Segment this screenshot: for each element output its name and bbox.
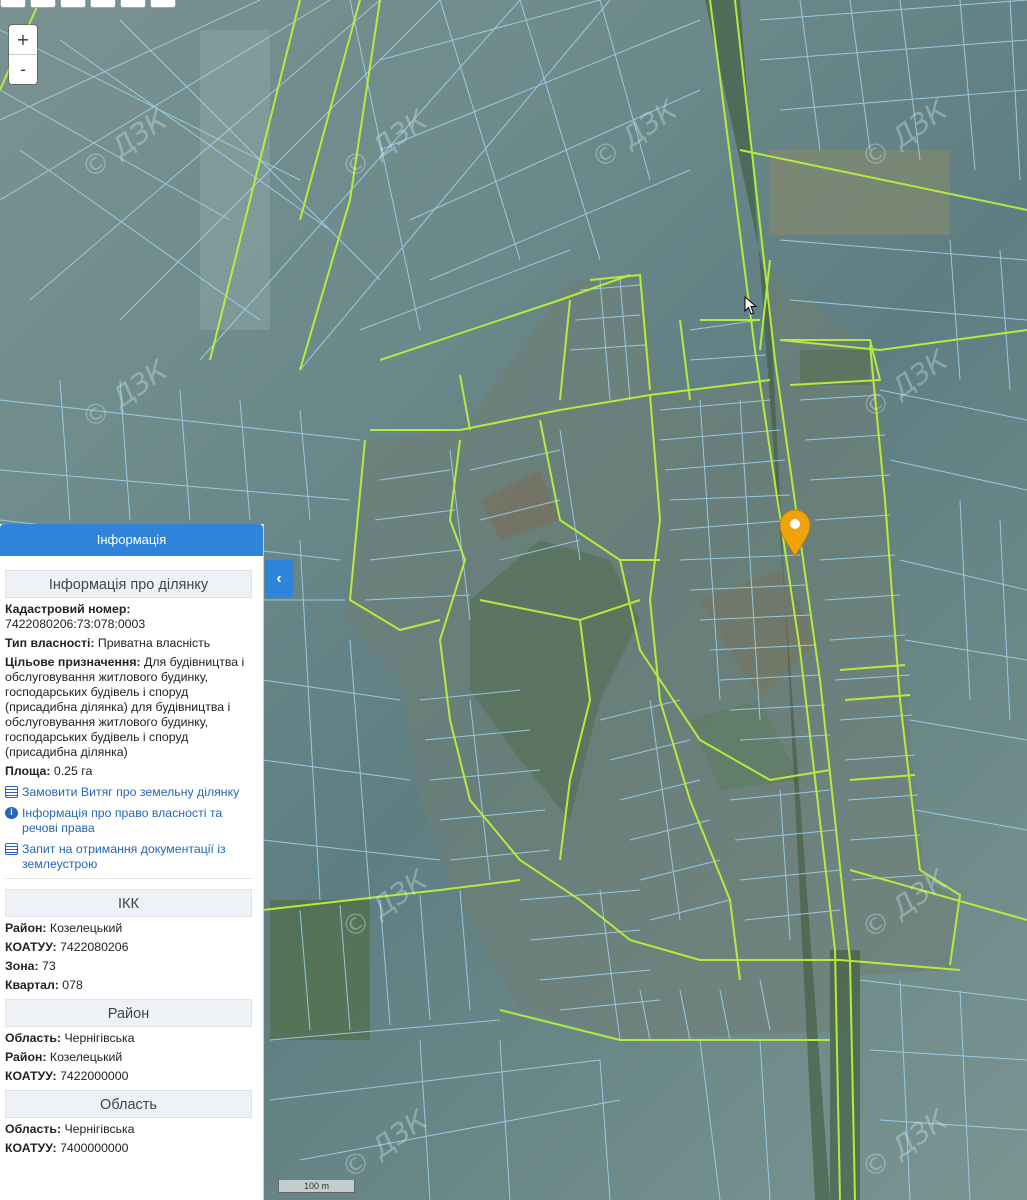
district-region-value: Чернігівська xyxy=(64,1031,135,1045)
ikk-koatuu-value: 7422080206 xyxy=(60,940,129,954)
ikk-district-value: Козелецький xyxy=(49,921,123,935)
document-icon xyxy=(5,843,18,855)
ikk-fields: Район: Козелецький КОАТУУ: 7422080206 Зо… xyxy=(0,917,263,993)
zoom-out-button[interactable]: - xyxy=(9,54,37,84)
cadastral-value: 7422080206:73:078:0003 xyxy=(5,617,146,631)
info-icon: i xyxy=(5,807,18,819)
region-koatuu-label: КОАТУУ: xyxy=(5,1141,57,1155)
district-region-label: Область: xyxy=(5,1031,62,1045)
toolbar-button[interactable] xyxy=(0,0,26,8)
region-name-value: Чернігівська xyxy=(64,1122,135,1136)
ikk-quarter-label: Квартал: xyxy=(5,978,59,992)
ikk-zone-label: Зона: xyxy=(5,959,39,973)
cadastral-label: Кадастровий номер: xyxy=(5,602,131,616)
panel-header: Інформація xyxy=(0,524,263,556)
district-name-value: Козелецький xyxy=(49,1050,123,1064)
svg-text:© ДЗК: © ДЗК xyxy=(75,353,174,436)
area-value: 0.25 га xyxy=(53,764,93,778)
svg-text:© ДЗК: © ДЗК xyxy=(335,1103,434,1186)
order-extract-link[interactable]: Замовити Витяг про земельну ділянку xyxy=(5,785,258,800)
svg-text:© ДЗК: © ДЗК xyxy=(75,103,174,186)
purpose-label: Цільове призначення: xyxy=(5,655,141,669)
scale-bar: 100 m xyxy=(278,1180,355,1193)
ikk-koatuu-label: КОАТУУ: xyxy=(5,940,57,954)
ikk-district-label: Район: xyxy=(5,921,47,935)
ownership-info-link[interactable]: i Інформація про право власності та речо… xyxy=(5,806,258,836)
order-extract-label: Замовити Витяг про земельну ділянку xyxy=(22,785,240,799)
document-icon xyxy=(5,786,18,798)
parcel-links: Замовити Витяг про земельну ділянку i Ін… xyxy=(0,783,263,872)
toolbar-button[interactable] xyxy=(30,0,56,8)
ikk-section-title: ІКК xyxy=(5,889,252,917)
documentation-request-label: Запит на отримання документації із земле… xyxy=(22,842,226,871)
svg-text:© ДЗК: © ДЗК xyxy=(855,1103,954,1186)
ownership-value: Приватна власність xyxy=(97,636,211,650)
district-name-label: Район: xyxy=(5,1050,47,1064)
toolbar-button[interactable] xyxy=(120,0,146,8)
zoom-control: + - xyxy=(9,25,37,84)
svg-text:© ДЗК: © ДЗК xyxy=(585,93,684,176)
map-toolbar xyxy=(0,0,176,8)
documentation-request-link[interactable]: Запит на отримання документації із земле… xyxy=(5,842,258,872)
district-koatuu-value: 7422000000 xyxy=(60,1069,129,1083)
ownership-info-label: Інформація про право власності та речові… xyxy=(22,806,223,835)
toolbar-button[interactable] xyxy=(90,0,116,8)
collapse-panel-button[interactable]: ‹ xyxy=(265,560,293,598)
region-koatuu-value: 7400000000 xyxy=(60,1141,129,1155)
parcel-section-title: Інформація про ділянку xyxy=(5,570,252,598)
district-section-title: Район xyxy=(5,999,252,1027)
area-label: Площа: xyxy=(5,764,51,778)
ownership-label: Тип власності: xyxy=(5,636,95,650)
region-name-label: Область: xyxy=(5,1122,62,1136)
divider xyxy=(5,878,252,879)
info-panel: Інформація Інформація про ділянку Кадаст… xyxy=(0,524,264,1200)
region-section-title: Область xyxy=(5,1090,252,1118)
parcel-fields: Кадастровий номер: 7422080206:73:078:000… xyxy=(0,598,263,779)
district-koatuu-label: КОАТУУ: xyxy=(5,1069,57,1083)
ikk-zone-value: 73 xyxy=(42,959,56,973)
toolbar-button[interactable] xyxy=(150,0,176,8)
zoom-in-button[interactable]: + xyxy=(9,25,37,54)
region-fields: Область: Чернігівська КОАТУУ: 7400000000 xyxy=(0,1118,263,1156)
ikk-quarter-value: 078 xyxy=(62,978,83,992)
toolbar-button[interactable] xyxy=(60,0,86,8)
district-fields: Область: Чернігівська Район: Козелецький… xyxy=(0,1027,263,1084)
svg-text:© ДЗК: © ДЗК xyxy=(335,103,434,186)
purpose-value: Для будівництва і обслуговування житлово… xyxy=(5,655,245,759)
